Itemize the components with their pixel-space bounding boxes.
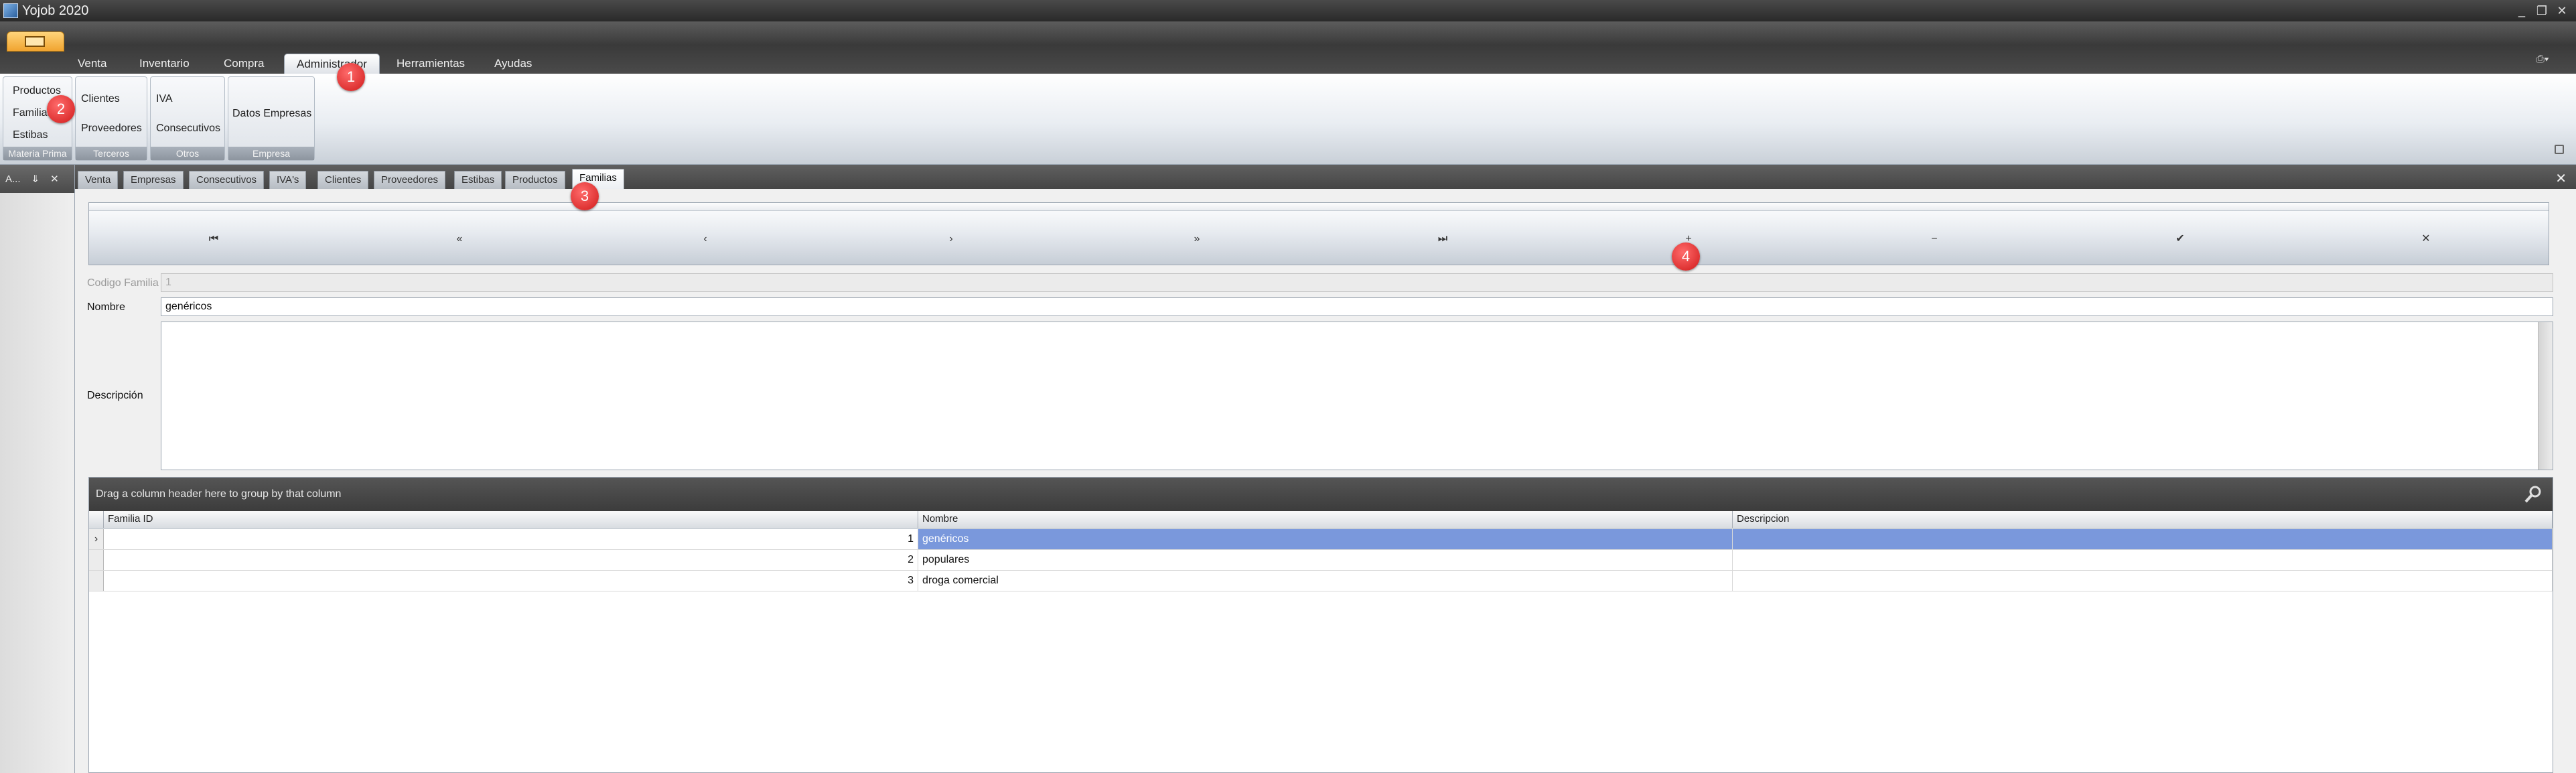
menu-tab-herramientas[interactable]: Herramientas (397, 54, 465, 74)
menu-tab-compra[interactable]: Compra (224, 54, 264, 74)
application-menu-button[interactable] (7, 31, 64, 52)
doc-tab-proveedores[interactable]: Proveedores (374, 171, 446, 189)
nombre-field[interactable] (161, 297, 2553, 316)
cell-familia-id[interactable]: 1 (104, 529, 918, 549)
cell-descripcion[interactable] (1733, 529, 2553, 549)
dock-close-icon[interactable]: ✕ (50, 173, 59, 185)
group-by-panel[interactable]: Drag a column header here to group by th… (89, 478, 2553, 511)
cell-descripcion[interactable] (1733, 571, 2553, 591)
ribbon-group-caption: Empresa (228, 147, 314, 160)
callout-badge-3: 3 (571, 182, 599, 210)
previous-record-button[interactable]: ‹ (692, 231, 719, 247)
ribbon-item-consecutivos[interactable]: Consecutivos (156, 123, 220, 135)
doc-tab-productos[interactable]: Productos (505, 171, 565, 189)
ribbon: Productos Familias Estibas Materia Prima… (0, 74, 2576, 165)
nombre-label: Nombre (87, 301, 125, 313)
window-title: Yojob 2020 (22, 3, 89, 18)
ribbon-item-proveedores[interactable]: Proveedores (81, 123, 142, 135)
doc-tab-empresas[interactable]: Empresas (123, 171, 184, 189)
left-dock-panel: A... ⇓ ✕ (0, 165, 75, 773)
last-record-button[interactable]: ⏭ (1429, 231, 1456, 247)
cell-nombre[interactable]: droga comercial (918, 571, 1733, 591)
menu-tab-inventario[interactable]: Inventario (139, 54, 190, 74)
dock-body (0, 193, 74, 773)
cell-familia-id[interactable]: 3 (104, 571, 918, 591)
doc-tab-ivas[interactable]: IVA's (269, 171, 307, 189)
menu-tab-venta[interactable]: Venta (78, 54, 107, 74)
dock-title: A... (5, 173, 21, 185)
row-indicator (89, 550, 104, 570)
familias-grid: Drag a column header here to group by th… (88, 477, 2553, 773)
doc-tab-consecutivos[interactable]: Consecutivos (189, 171, 265, 189)
doc-tab-venta[interactable]: Venta (78, 171, 119, 189)
menu-tab-administrador[interactable]: Administrador (284, 54, 380, 74)
ribbon-group-caption: Otros (151, 147, 224, 160)
group-by-hint: Drag a column header here to group by th… (96, 488, 342, 500)
ribbon-item-clientes[interactable]: Clientes (81, 93, 120, 105)
menu-band (0, 21, 2576, 74)
doc-tab-estibas[interactable]: Estibas (454, 171, 502, 189)
ribbon-group-caption: Terceros (76, 147, 147, 160)
next-record-button[interactable]: › (938, 231, 964, 247)
descripcion-field[interactable] (161, 322, 2553, 470)
skin-menu-icon[interactable]: ⎙▾ (2536, 54, 2556, 67)
callout-badge-1: 1 (337, 63, 365, 91)
callout-badge-4: 4 (1672, 242, 1700, 271)
ribbon-group-otros: IVA Consecutivos Otros (150, 76, 225, 161)
close-window-button[interactable]: ✕ (2553, 2, 2571, 19)
navigator-top-strip (89, 203, 2549, 211)
cell-familia-id[interactable]: 2 (104, 550, 918, 570)
ribbon-item-datos-empresas[interactable]: Datos Empresas (232, 108, 311, 120)
column-header-familia-id[interactable]: Familia ID (104, 511, 918, 529)
ribbon-group-terceros: Clientes Proveedores Terceros (75, 76, 147, 161)
dock-header: A... ⇓ ✕ (0, 165, 74, 193)
column-header-nombre[interactable]: Nombre (918, 511, 1733, 529)
ribbon-group-caption: Materia Prima (3, 147, 72, 160)
menu-tab-ayudas[interactable]: Ayudas (494, 54, 532, 74)
descripcion-label: Descripción (87, 390, 143, 401)
search-icon[interactable] (2523, 484, 2543, 504)
row-indicator-header (89, 511, 104, 529)
table-row[interactable]: 2 populares (89, 550, 2553, 571)
minimize-button[interactable]: _ (2513, 2, 2530, 19)
callout-badge-2: 2 (47, 95, 75, 123)
next-page-button[interactable]: » (1184, 231, 1210, 247)
ribbon-item-productos[interactable]: Productos (13, 85, 61, 97)
previous-page-button[interactable]: « (446, 231, 473, 247)
title-bar: Yojob 2020 _ ❐ ✕ (0, 0, 2576, 21)
cell-nombre[interactable]: populares (918, 550, 1733, 570)
table-row[interactable]: › 1 genéricos (89, 529, 2553, 550)
column-header-descripcion[interactable]: Descripcion (1733, 511, 2553, 529)
first-record-button[interactable]: ⏮ (200, 231, 227, 247)
delete-record-button[interactable]: − (1921, 231, 1948, 247)
familias-form: ⏮ « ‹ › » ⏭ + − ✔ ✕ Codigo Familia Nombr… (75, 189, 2576, 773)
app-menu-icon (25, 36, 45, 47)
dock-pin-icon[interactable]: ⇓ (31, 173, 40, 185)
codigo-familia-field (161, 273, 2553, 292)
restore-button[interactable]: ❐ (2533, 2, 2551, 19)
close-document-icon[interactable]: ✕ (2555, 170, 2567, 187)
document-tab-strip: Venta Empresas Consecutivos IVA's Client… (75, 165, 2576, 189)
row-focus-indicator: › (89, 529, 104, 549)
record-navigator: ⏮ « ‹ › » ⏭ + − ✔ ✕ (88, 202, 2549, 265)
save-record-button[interactable]: ✔ (2167, 231, 2194, 247)
codigo-familia-label: Codigo Familia (87, 277, 159, 289)
ribbon-item-estibas[interactable]: Estibas (13, 129, 48, 141)
descripcion-scrollbar[interactable] (2538, 322, 2553, 470)
ribbon-item-iva[interactable]: IVA (156, 93, 173, 105)
minimize-ribbon-icon[interactable] (2555, 145, 2564, 154)
row-indicator (89, 571, 104, 591)
cell-descripcion[interactable] (1733, 550, 2553, 570)
ribbon-group-empresa: Datos Empresas Empresa (228, 76, 315, 161)
cell-nombre[interactable]: genéricos (918, 529, 1733, 549)
doc-tab-clientes[interactable]: Clientes (317, 171, 369, 189)
app-icon (3, 3, 18, 18)
cancel-record-button[interactable]: ✕ (2413, 231, 2439, 247)
table-row[interactable]: 3 droga comercial (89, 571, 2553, 591)
